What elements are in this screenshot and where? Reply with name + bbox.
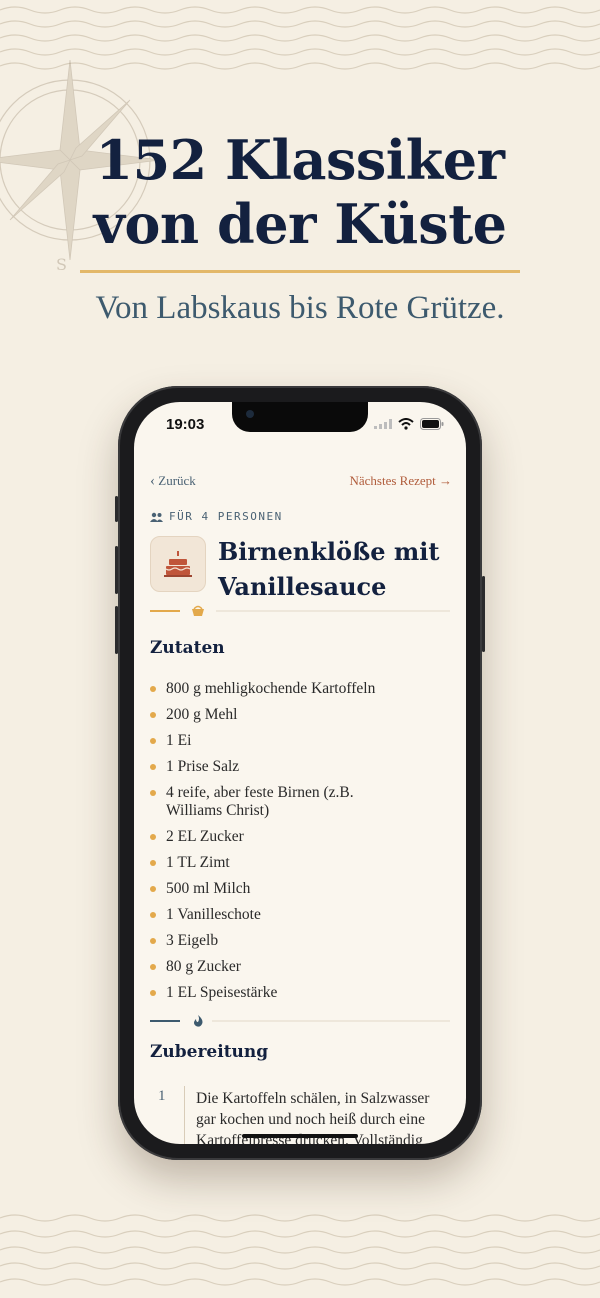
next-recipe-button[interactable]: Nächstes Rezept → (349, 473, 452, 489)
signal-icon (374, 419, 392, 429)
ingredient-item: 1 Ei (150, 732, 450, 750)
recipe-icon-tile (150, 536, 206, 592)
ingredient-item: 200 g Mehl (150, 706, 450, 724)
phone-volume-down (115, 606, 118, 654)
back-label: Zurück (158, 473, 196, 488)
status-time: 19:03 (166, 416, 205, 433)
ingredient-item: 1 Vanilleschote (150, 906, 450, 924)
ingredient-item: 1 Prise Salz (150, 758, 450, 776)
ingredients-title: Zutaten (150, 638, 225, 658)
step-number: 1 (158, 1088, 166, 1104)
headline-line-1: 152 Klassiker (95, 128, 506, 192)
ingredient-list: 800 g mehligkochende Kartoffeln 200 g Me… (150, 680, 450, 1010)
people-icon (150, 512, 163, 522)
compass-letter: S (56, 255, 67, 270)
phone-screen: 19:03 ‹ Zurück Nächstes Rezept → FÜR 4 P… (134, 402, 466, 1144)
phone-silent-switch (115, 496, 118, 522)
status-icons (374, 418, 444, 430)
camera (246, 410, 254, 418)
ingredient-item: 1 TL Zimt (150, 854, 450, 872)
back-button[interactable]: ‹ Zurück (150, 473, 196, 490)
servings-label: FÜR 4 PERSONEN (150, 510, 283, 523)
ingredient-item: 1 EL Speisestärke (150, 984, 450, 1002)
battery-icon (420, 418, 444, 430)
ingredient-item: 500 ml Milch (150, 880, 450, 898)
headline: 152 Klassiker von der Küste (0, 128, 600, 256)
preparation-title: Zubereitung (150, 1042, 269, 1062)
ingredient-item: 4 reife, aber feste Birnen (z.B. William… (150, 784, 386, 820)
step-divider-line (184, 1086, 185, 1144)
subline: Von Labskaus bis Rote Grütze. (95, 290, 505, 326)
recipe-title: Birnenklöße mit Vanillesauce (218, 537, 440, 601)
ingredient-item: 800 g mehligkochende Kartoffeln (150, 680, 450, 698)
basket-icon (192, 605, 204, 616)
gold-divider (80, 270, 520, 273)
notch (232, 402, 368, 432)
phone-power-button (482, 576, 485, 652)
flame-icon (194, 1015, 203, 1027)
headline-line-2: von der Küste (93, 192, 507, 256)
chevron-left-icon: ‹ (150, 473, 155, 489)
home-indicator[interactable] (242, 1134, 358, 1138)
phone-frame: 19:03 ‹ Zurück Nächstes Rezept → FÜR 4 P… (115, 386, 485, 1160)
ingredient-item: 2 EL Zucker (150, 828, 450, 846)
ingredient-item: 80 g Zucker (150, 958, 450, 976)
wave-pattern-bottom (0, 1214, 600, 1286)
divider-basket (150, 605, 450, 616)
servings-text: FÜR 4 PERSONEN (169, 510, 283, 523)
phone-volume-up (115, 546, 118, 594)
next-recipe-label: Nächstes Rezept (349, 473, 436, 488)
cake-icon (164, 551, 192, 577)
ingredient-item: 3 Eigelb (150, 932, 450, 950)
arrow-right-icon: → (439, 473, 452, 488)
wifi-icon (398, 418, 414, 430)
divider-flame (150, 1015, 450, 1027)
